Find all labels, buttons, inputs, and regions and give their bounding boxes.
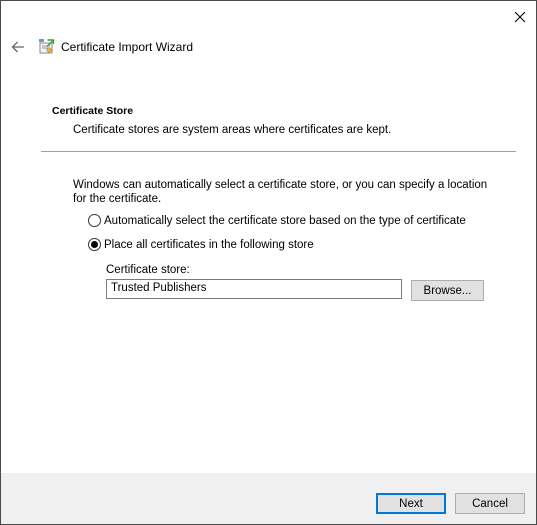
wizard-title: Certificate Import Wizard	[61, 40, 194, 54]
radio-auto-select[interactable]: Automatically select the certificate sto…	[88, 214, 466, 227]
radio-button-checked[interactable]	[88, 238, 101, 251]
back-button[interactable]	[7, 37, 29, 57]
certificate-wizard-icon	[39, 39, 55, 54]
radio-place-in-store-label: Place all certificates in the following …	[104, 238, 314, 251]
section-description: Certificate stores are system areas wher…	[73, 124, 392, 136]
certificate-store-label: Certificate store:	[106, 264, 190, 276]
browse-button[interactable]: Browse...	[411, 280, 484, 301]
radio-auto-select-label: Automatically select the certificate sto…	[104, 214, 466, 227]
intro-text: Windows can automatically select a certi…	[73, 179, 488, 205]
section-heading: Certificate Store	[52, 105, 134, 117]
certificate-import-wizard-window: Certificate Import Wizard Certificate St…	[0, 0, 537, 525]
close-button[interactable]	[506, 5, 534, 29]
radio-selected-dot	[91, 241, 98, 248]
radio-button-unchecked[interactable]	[88, 214, 101, 227]
radio-place-in-store[interactable]: Place all certificates in the following …	[88, 238, 314, 251]
certificate-store-field[interactable]: Trusted Publishers	[106, 279, 402, 299]
back-arrow-icon	[11, 41, 24, 53]
cancel-button[interactable]: Cancel	[455, 493, 525, 514]
next-button[interactable]: Next	[376, 493, 446, 514]
close-icon	[514, 11, 526, 23]
header-separator	[41, 151, 516, 152]
